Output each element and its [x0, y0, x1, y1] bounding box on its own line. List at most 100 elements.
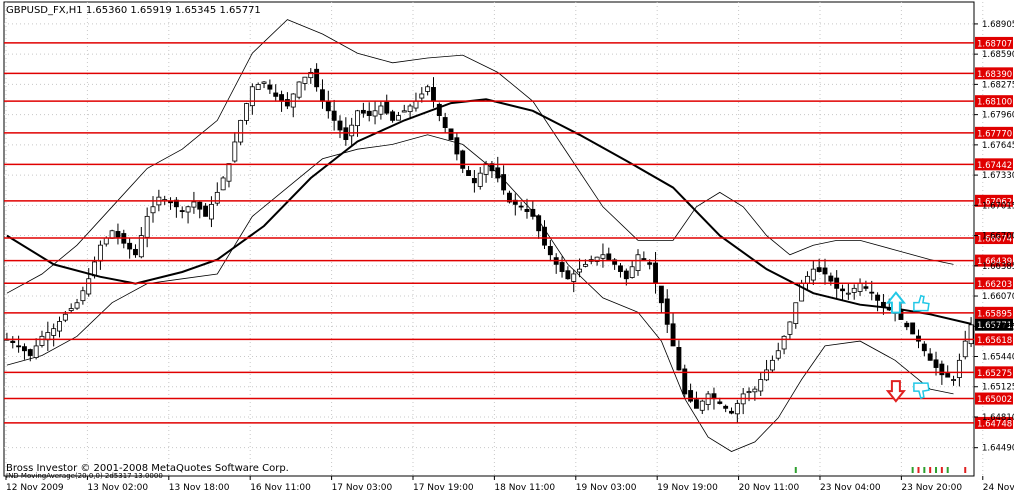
- candle-body[interactable]: [536, 215, 542, 232]
- candle-body[interactable]: [582, 263, 588, 267]
- candle-body[interactable]: [828, 275, 834, 282]
- candle-body[interactable]: [97, 244, 103, 262]
- candle-body[interactable]: [571, 273, 577, 282]
- candle-body[interactable]: [168, 201, 173, 204]
- candle-body[interactable]: [904, 322, 910, 328]
- candle-body[interactable]: [945, 373, 951, 378]
- candle-body[interactable]: [816, 267, 822, 272]
- candle-body[interactable]: [845, 292, 851, 295]
- candle-body[interactable]: [822, 267, 828, 275]
- candle-body[interactable]: [460, 150, 466, 169]
- candle-body[interactable]: [320, 89, 325, 102]
- candle-body[interactable]: [501, 174, 507, 191]
- candle-body[interactable]: [16, 345, 22, 348]
- candle-body[interactable]: [57, 321, 62, 332]
- chart-canvas[interactable]: 1.68707 1.68390 1.68100 1.67770 1.67442 1.670…: [0, 0, 1014, 495]
- candle-body[interactable]: [693, 399, 699, 409]
- candle-body[interactable]: [600, 254, 606, 259]
- candle-body[interactable]: [857, 283, 863, 292]
- chart[interactable]: 1.68707 1.68390 1.68100 1.67770 1.67442 1.670…: [0, 0, 1014, 495]
- candle-body[interactable]: [372, 110, 378, 117]
- candle-body[interactable]: [331, 110, 337, 121]
- candle-body[interactable]: [764, 369, 770, 381]
- candle-body[interactable]: [442, 117, 448, 128]
- candle-body[interactable]: [343, 127, 349, 140]
- candle-body[interactable]: [27, 349, 33, 356]
- candle-body[interactable]: [133, 248, 138, 256]
- candle-body[interactable]: [863, 286, 869, 289]
- candle-body[interactable]: [653, 262, 658, 284]
- candle-body[interactable]: [431, 87, 436, 102]
- candle-body[interactable]: [723, 405, 729, 409]
- candle-body[interactable]: [524, 208, 530, 212]
- candle-body[interactable]: [787, 321, 793, 335]
- candle-body[interactable]: [144, 215, 150, 238]
- candle-body[interactable]: [419, 93, 425, 99]
- candle-body[interactable]: [717, 401, 723, 404]
- candle-body[interactable]: [618, 265, 623, 272]
- candle-body[interactable]: [10, 340, 16, 343]
- candle-body[interactable]: [670, 323, 676, 347]
- candle-body[interactable]: [238, 119, 244, 143]
- candle-body[interactable]: [454, 137, 460, 155]
- candle-body[interactable]: [699, 400, 705, 411]
- candle-body[interactable]: [249, 86, 255, 107]
- candle-body[interactable]: [395, 115, 401, 121]
- candle-body[interactable]: [758, 379, 764, 392]
- candle-body[interactable]: [244, 103, 249, 121]
- candle-body[interactable]: [921, 343, 927, 352]
- candle-body[interactable]: [220, 177, 226, 191]
- candle-body[interactable]: [208, 203, 214, 220]
- candle-body[interactable]: [676, 347, 682, 371]
- candle-body[interactable]: [366, 110, 372, 116]
- candle-body[interactable]: [191, 201, 197, 208]
- candle-body[interactable]: [68, 308, 74, 311]
- candle-body[interactable]: [495, 167, 501, 179]
- candle-body[interactable]: [518, 205, 524, 208]
- candle-body[interactable]: [664, 298, 670, 325]
- candle-body[interactable]: [86, 278, 92, 295]
- candle-body[interactable]: [729, 410, 734, 414]
- candle-body[interactable]: [466, 170, 471, 176]
- candle-body[interactable]: [226, 163, 232, 182]
- candle-body[interactable]: [296, 81, 302, 98]
- candle-body[interactable]: [232, 141, 238, 162]
- candle-body[interactable]: [933, 359, 939, 368]
- candle-body[interactable]: [179, 210, 185, 212]
- candle-body[interactable]: [869, 291, 875, 294]
- candle-body[interactable]: [39, 335, 45, 346]
- candle-body[interactable]: [775, 350, 781, 359]
- candle-body[interactable]: [840, 288, 845, 292]
- candle-body[interactable]: [910, 322, 916, 335]
- candle-body[interactable]: [916, 335, 921, 342]
- candle-body[interactable]: [477, 172, 483, 187]
- candle-body[interactable]: [80, 290, 86, 302]
- candle-body[interactable]: [390, 111, 396, 121]
- candle-body[interactable]: [74, 302, 80, 309]
- candle-body[interactable]: [875, 294, 881, 301]
- candle-body[interactable]: [658, 285, 664, 304]
- candle-body[interactable]: [851, 287, 857, 293]
- candle-body[interactable]: [115, 231, 121, 238]
- candle-body[interactable]: [378, 105, 384, 115]
- candle-body[interactable]: [325, 100, 331, 112]
- candle-body[interactable]: [471, 178, 477, 184]
- candle-body[interactable]: [185, 206, 191, 213]
- candle-body[interactable]: [805, 275, 810, 284]
- candle-body[interactable]: [606, 253, 612, 260]
- candle-body[interactable]: [781, 335, 787, 350]
- candle-body[interactable]: [150, 206, 156, 214]
- candle-body[interactable]: [530, 208, 536, 217]
- candle-body[interactable]: [962, 340, 968, 358]
- candle-body[interactable]: [483, 163, 489, 175]
- candle-body[interactable]: [635, 254, 641, 271]
- candle-body[interactable]: [22, 346, 27, 352]
- candle-body[interactable]: [92, 261, 98, 277]
- candle-body[interactable]: [302, 76, 308, 84]
- candle-body[interactable]: [273, 92, 279, 97]
- candle-body[interactable]: [384, 101, 390, 114]
- candle-body[interactable]: [956, 359, 962, 378]
- candle-body[interactable]: [448, 128, 454, 140]
- candle-body[interactable]: [413, 100, 419, 109]
- candle-body[interactable]: [810, 268, 816, 281]
